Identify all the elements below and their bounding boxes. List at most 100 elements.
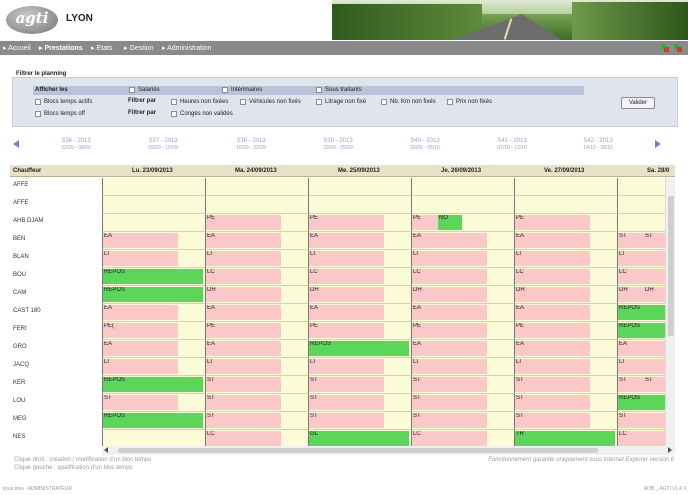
week-link-s42[interactable]: S42 - 2013 14/10 - 20/10 <box>563 138 633 152</box>
planning-cell[interactable]: ST <box>514 412 617 430</box>
time-block[interactable]: EA <box>515 305 590 320</box>
time-block[interactable]: EA <box>412 341 487 356</box>
time-block[interactable]: LC <box>412 269 487 284</box>
time-block[interactable]: LC <box>206 269 281 284</box>
planning-cell[interactable]: PE <box>205 214 308 232</box>
agti-logo[interactable]: agti TRANSPORT <box>6 6 58 38</box>
planning-cell[interactable]: ST <box>514 394 617 412</box>
time-block[interactable]: PE <box>515 215 590 230</box>
time-block[interactable]: ST <box>412 395 487 410</box>
conges-non-valides-checkbox[interactable]: Congés non validés <box>171 111 233 117</box>
planning-cell[interactable]: DH <box>411 286 514 304</box>
planning-cell[interactable] <box>205 196 308 214</box>
km-non-fixes-checkbox[interactable]: Nb. Km non fixés <box>381 99 436 105</box>
planning-cell[interactable]: LC <box>514 268 617 286</box>
planning-cell[interactable]: ST <box>617 412 665 430</box>
planning-cell[interactable]: EA <box>308 232 411 250</box>
time-block[interactable]: ST <box>412 377 487 392</box>
time-block[interactable]: ST <box>309 377 384 392</box>
planning-cell[interactable]: LC <box>205 430 308 447</box>
planning-cell[interactable]: REPOS <box>102 412 205 430</box>
planning-cell[interactable]: LI <box>205 250 308 268</box>
chauffeur-name[interactable]: JACQ <box>13 362 29 369</box>
time-block-secondary[interactable]: ST <box>644 233 665 248</box>
planning-cell[interactable] <box>617 178 665 196</box>
planning-cell[interactable]: LI <box>617 250 665 268</box>
time-block[interactable]: ST <box>206 395 281 410</box>
time-block[interactable]: REPOS <box>618 395 665 410</box>
time-block[interactable]: LI <box>515 359 590 374</box>
valider-button[interactable]: Valider <box>621 97 655 109</box>
time-block[interactable]: ST <box>618 413 665 428</box>
planning-cell[interactable]: ST <box>205 376 308 394</box>
planning-cell[interactable]: LI <box>514 250 617 268</box>
planning-cell[interactable]: EA <box>102 304 205 322</box>
week-link-s40[interactable]: S40 - 2013 30/09 - 06/10 <box>390 138 460 152</box>
time-block[interactable]: LC <box>618 269 665 284</box>
week-link-s37[interactable]: S37 - 2013 09/09 - 15/09 <box>128 138 198 152</box>
time-block[interactable]: ST <box>515 395 590 410</box>
nav-etats[interactable]: ▸ Etats <box>91 44 112 52</box>
planning-cell[interactable]: EA <box>411 340 514 358</box>
planning-cell[interactable]: LC <box>308 268 411 286</box>
time-block-secondary[interactable]: ST <box>644 377 665 392</box>
planning-cell[interactable]: PE <box>514 214 617 232</box>
time-block[interactable]: LI <box>515 251 590 266</box>
vertical-scroll-thumb[interactable] <box>668 196 674 336</box>
time-block[interactable]: LC <box>515 269 590 284</box>
planning-cell[interactable]: LI <box>308 250 411 268</box>
planning-cell[interactable]: DH <box>514 286 617 304</box>
planning-cell[interactable]: PE <box>308 322 411 340</box>
time-block[interactable]: EA <box>515 341 590 356</box>
time-block[interactable]: LI <box>103 359 178 374</box>
time-block[interactable]: LC <box>412 431 487 446</box>
time-block[interactable]: EA <box>412 233 487 248</box>
chauffeur-name[interactable]: KER <box>13 380 25 387</box>
nav-administration[interactable]: ▸ Administration <box>162 44 211 52</box>
planning-cell[interactable] <box>102 178 205 196</box>
prix-non-fixes-checkbox[interactable]: Prix non fixés <box>447 99 492 105</box>
planning-cell[interactable]: EA <box>102 340 205 358</box>
planning-cell[interactable]: EA <box>514 304 617 322</box>
planning-cell[interactable] <box>617 214 665 232</box>
planning-cell[interactable]: PE NO <box>411 214 514 232</box>
chauffeur-name[interactable]: NES <box>13 434 25 441</box>
time-block[interactable]: LI <box>206 251 281 266</box>
planning-cell[interactable]: LI <box>102 250 205 268</box>
planning-cell[interactable] <box>205 178 308 196</box>
planning-cell[interactable]: EA <box>205 340 308 358</box>
planning-cell[interactable]: PE( <box>102 322 205 340</box>
time-block[interactable]: REPOS <box>618 305 665 320</box>
planning-cell[interactable]: PE <box>514 322 617 340</box>
planning-cell[interactable]: LI <box>617 358 665 376</box>
chauffeur-name[interactable]: CAM <box>13 290 26 297</box>
planning-cell[interactable]: LC <box>411 430 514 447</box>
planning-cell[interactable]: ST ST <box>617 376 665 394</box>
planning-cell[interactable]: EA <box>411 232 514 250</box>
time-block[interactable]: LI <box>412 251 487 266</box>
time-block[interactable]: EA <box>309 305 384 320</box>
planning-cell[interactable]: EA <box>102 232 205 250</box>
planning-cell[interactable]: LC <box>205 268 308 286</box>
vehicules-non-fixes-checkbox[interactable]: Véhicules non fixés <box>240 99 301 105</box>
next-week-arrow-icon[interactable] <box>655 140 661 148</box>
chauffeur-name[interactable]: BLAN <box>13 254 29 261</box>
planning-cell[interactable]: REPOS <box>617 304 665 322</box>
nav-accueil[interactable]: ▸ Accueil <box>3 44 31 52</box>
time-block[interactable]: ST <box>309 413 384 428</box>
time-block[interactable]: PE <box>309 215 384 230</box>
time-block[interactable]: EA <box>103 341 178 356</box>
planning-cell[interactable] <box>102 214 205 232</box>
interimaires-checkbox[interactable]: Intérimaires <box>222 87 262 93</box>
planning-cell[interactable]: ST <box>205 412 308 430</box>
time-block[interactable]: LC <box>618 431 665 446</box>
chauffeur-name[interactable]: BEN <box>13 236 25 243</box>
planning-cell[interactable] <box>411 178 514 196</box>
planning-cell[interactable]: LI <box>411 358 514 376</box>
planning-cell[interactable]: PE <box>308 214 411 232</box>
time-block-secondary[interactable]: NO <box>438 215 462 230</box>
planning-cell[interactable]: ST <box>308 394 411 412</box>
time-block[interactable]: ST <box>206 377 281 392</box>
export-icon[interactable] <box>661 44 670 52</box>
planning-cell[interactable]: REPOS <box>617 394 665 412</box>
